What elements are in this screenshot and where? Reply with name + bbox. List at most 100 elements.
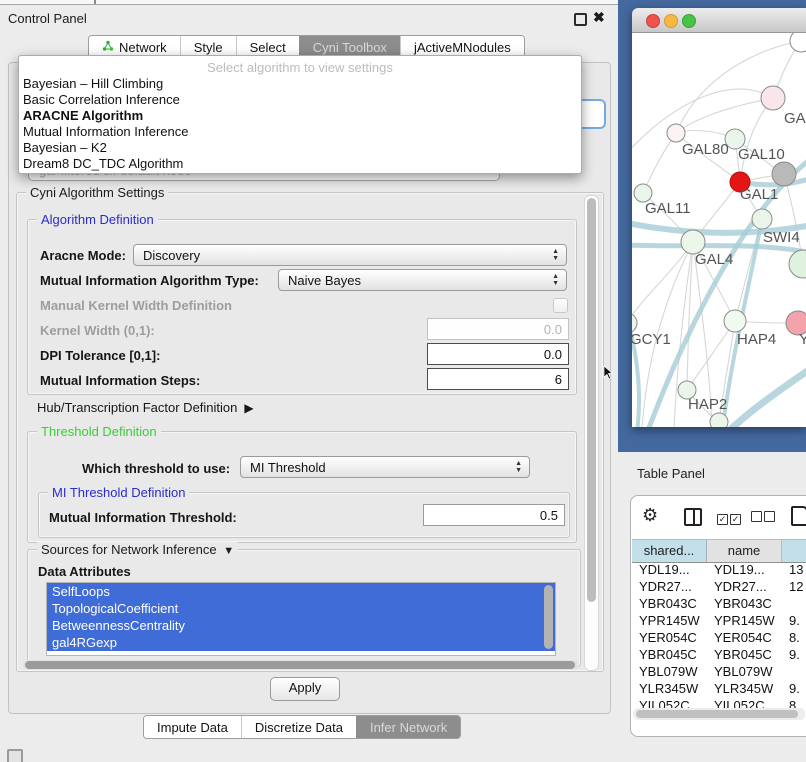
expand-right-icon: ▶ (241, 401, 254, 415)
network-node-node[interactable] (772, 162, 796, 186)
network-node-label: GAL1 (740, 186, 778, 203)
network-window[interactable]: GALGAL80GAL10GAL1GAL11SWI4GAL4GCY1HAP4YH… (632, 8, 806, 427)
table-cell: YDR27... (632, 578, 707, 595)
table-row[interactable]: YDL19...YDL19...13 (632, 561, 806, 578)
table-row[interactable]: YBL079WYBL079W (632, 663, 806, 680)
attribute-item[interactable]: TopologicalCoefficient (47, 600, 555, 617)
algorithm-definition-title: Algorithm Definition (37, 212, 158, 227)
stepper-arrows-icon: ▲▼ (552, 273, 559, 287)
network-node-GAL80[interactable] (667, 124, 685, 142)
close-traffic-light[interactable] (646, 14, 660, 28)
algorithm-option[interactable]: Dream8 DC_TDC Algorithm (19, 156, 581, 172)
mi-steps-input[interactable]: 6 (427, 368, 569, 390)
network-node-node[interactable] (789, 250, 806, 278)
algorithm-option[interactable]: Bayesian – Hill Climbing (19, 76, 581, 92)
zoom-traffic-light[interactable] (682, 14, 696, 28)
network-node-label: HAP4 (737, 331, 776, 348)
network-canvas[interactable]: GALGAL80GAL10GAL1GAL11SWI4GAL4GCY1HAP4YH… (632, 33, 806, 427)
algorithm-dropdown-popup: Select algorithm to view settings Bayesi… (18, 55, 582, 174)
list-scrollbar[interactable] (544, 585, 553, 649)
network-node-label: Y (799, 331, 806, 348)
stepper-arrows-icon: ▲▼ (552, 248, 559, 262)
manual-kernel-checkbox[interactable] (553, 298, 568, 313)
table-cell: 9. (782, 646, 806, 663)
threshold-definition-title: Threshold Definition (37, 424, 161, 439)
table-row[interactable]: YBR043CYBR043C (632, 595, 806, 612)
apply-button[interactable]: Apply (270, 677, 340, 701)
network-node-label: GAL (784, 110, 806, 127)
algorithm-option[interactable]: Basic Correlation Inference (19, 92, 581, 108)
dpi-tolerance-input[interactable]: 0.0 (427, 343, 569, 365)
table-row[interactable]: YER054CYER054C8. (632, 629, 806, 646)
minimized-panel-icon[interactable] (7, 749, 23, 762)
network-node-label: GCY1 (632, 331, 671, 348)
unchecked-boxes-icon[interactable] (751, 510, 777, 525)
table-row[interactable]: YDR27...YDR27...12 (632, 578, 806, 595)
column-header-shared...[interactable]: shared... (632, 540, 707, 562)
attribute-item[interactable]: SelfLoops (47, 583, 555, 600)
table-hscrollbar-thumb[interactable] (636, 710, 798, 718)
tab-impute-data[interactable]: Impute Data (144, 716, 241, 738)
network-node-SWI4[interactable] (752, 209, 772, 229)
top-divider (0, 0, 618, 5)
stepper-arrows-icon: ▲▼ (515, 460, 522, 474)
algorithm-option[interactable]: Mutual Information Inference (19, 124, 581, 140)
table-cell: 13 (782, 561, 806, 578)
tab-discretize-data[interactable]: Discretize Data (241, 716, 356, 738)
sources-group: Sources for Network Inference ▼ Data Att… (27, 549, 581, 667)
kernel-width-input[interactable]: 0.0 (427, 318, 569, 340)
table-cell: YPR145W (707, 612, 782, 629)
sources-group-title[interactable]: Sources for Network Inference ▼ (37, 542, 238, 557)
mouse-cursor (603, 366, 614, 381)
settings-hscrollbar-track[interactable] (23, 660, 579, 670)
minimize-traffic-light[interactable] (664, 14, 678, 28)
network-node-GCY1[interactable] (632, 313, 637, 333)
algorithm-option[interactable]: ARACNE Algorithm (19, 108, 581, 124)
table-cell: YDL19... (632, 561, 707, 578)
algorithm-option[interactable]: Bayesian – K2 (19, 140, 581, 156)
table-cell: YER054C (632, 629, 707, 646)
gear-icon[interactable]: ⚙ (642, 505, 658, 526)
close-icon[interactable]: ✖ (593, 9, 605, 26)
settings-vscrollbar-thumb[interactable] (587, 198, 596, 602)
settings-vscrollbar-track[interactable] (584, 195, 599, 671)
hub-definition-toggle[interactable]: Hub/Transcription Factor Definition ▶ (37, 400, 254, 415)
column-header-name[interactable]: name (707, 540, 782, 562)
collapse-down-icon: ▼ (220, 545, 234, 557)
mi-threshold-input[interactable]: 0.5 (423, 504, 565, 526)
table-hscrollbar-track[interactable] (633, 708, 805, 720)
which-threshold-value: MI Threshold (250, 460, 326, 475)
column-header-A[interactable]: A (782, 540, 806, 562)
document-icon[interactable] (791, 506, 806, 526)
table-cell: YER054C (707, 629, 782, 646)
which-threshold-select[interactable]: MI Threshold ▲▼ (240, 456, 530, 478)
table-row[interactable]: YPR145WYPR145W9. (632, 612, 806, 629)
attribute-item[interactable]: BetweennessCentrality (47, 617, 555, 634)
network-edge (687, 321, 735, 390)
aracne-mode-select[interactable]: Discovery ▲▼ (133, 244, 567, 266)
table-cell: 12 (782, 578, 806, 595)
data-attributes-label: Data Attributes (38, 564, 131, 579)
network-node-node[interactable] (710, 413, 728, 427)
data-attributes-list[interactable]: SelfLoopsTopologicalCoefficientBetweenne… (46, 582, 556, 656)
float-window-icon[interactable] (574, 13, 587, 26)
table-cell: YBR043C (707, 595, 782, 612)
tab-infer-network[interactable]: Infer Network (356, 716, 460, 738)
table-cell: 9. (782, 612, 806, 629)
mi-type-select[interactable]: Naive Bayes ▲▼ (278, 269, 567, 291)
table-cell: YBR045C (707, 646, 782, 663)
panel-title: Control Panel (8, 11, 87, 26)
table-row[interactable]: YLR345WYLR345W9. (632, 680, 806, 697)
network-node-node[interactable] (790, 33, 806, 52)
table-row[interactable]: YBR045CYBR045C9. (632, 646, 806, 663)
mi-threshold-group: MI Threshold Definition Mutual Informati… (38, 492, 570, 538)
table-cell: YBR043C (632, 595, 707, 612)
columns-icon[interactable] (684, 508, 702, 526)
table-cell: YLR345W (707, 680, 782, 697)
settings-hscrollbar-thumb[interactable] (25, 661, 575, 669)
attribute-item[interactable]: gal4RGexp (47, 634, 555, 651)
checked-boxes-icon[interactable]: ✓✓ (717, 510, 743, 525)
network-node-HAP4[interactable] (724, 310, 746, 332)
network-window-titlebar[interactable] (632, 8, 806, 33)
network-node-node[interactable] (761, 86, 785, 110)
